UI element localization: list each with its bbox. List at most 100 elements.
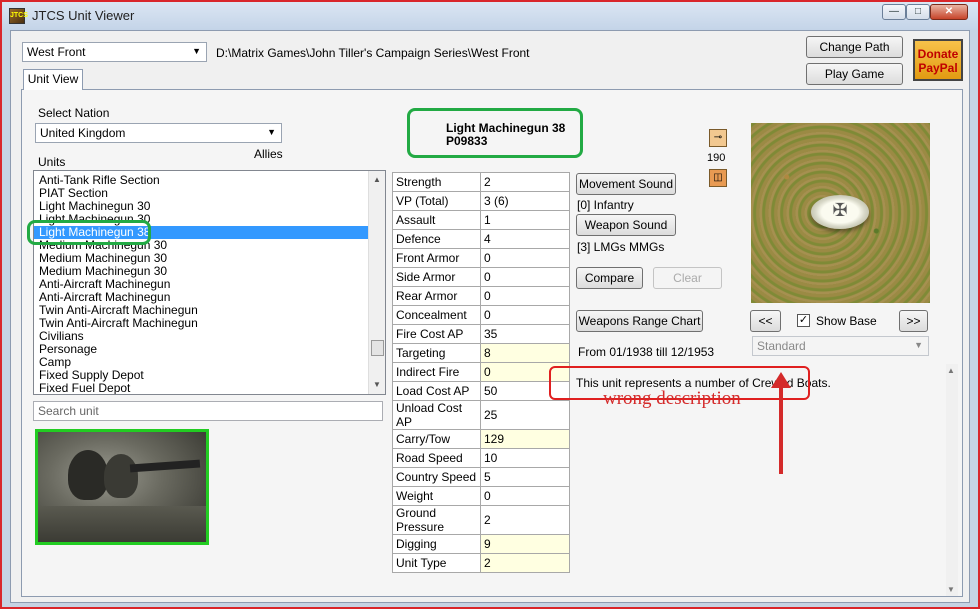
list-item[interactable]: Twin Anti-Aircraft Machinegun bbox=[34, 317, 368, 330]
stat-value: 0 bbox=[480, 267, 570, 287]
stat-name: Carry/Tow bbox=[392, 429, 481, 449]
stat-value: 25 bbox=[480, 400, 570, 430]
stat-name: Indirect Fire bbox=[392, 362, 481, 382]
weapons-range-chart-button[interactable]: Weapons Range Chart bbox=[576, 310, 703, 332]
photo-machinegun bbox=[129, 459, 201, 473]
donate-label: Donate bbox=[917, 47, 959, 61]
machinegun-icon: ✠ bbox=[832, 200, 848, 220]
list-item[interactable]: Fixed Fuel Depot bbox=[34, 382, 368, 395]
table-row: Front Armor 0 bbox=[392, 248, 570, 268]
chevron-down-icon: ▼ bbox=[192, 46, 201, 56]
table-row: Ground Pressure 2 bbox=[392, 505, 570, 535]
service-dates: From 01/1938 till 12/1953 bbox=[578, 345, 715, 359]
close-button[interactable]: ✕ bbox=[930, 4, 968, 20]
table-row: Assault 1 bbox=[392, 210, 570, 230]
stat-name: Unload Cost AP bbox=[392, 400, 481, 430]
stat-value: 10 bbox=[480, 448, 570, 468]
selected-unit-highlight bbox=[27, 220, 151, 245]
stat-value: 2 bbox=[480, 505, 570, 535]
game-select-value: West Front bbox=[27, 45, 86, 59]
units-scrollbar[interactable]: ▲ ▼ bbox=[368, 171, 385, 394]
stat-value: 2 bbox=[480, 553, 570, 573]
minimize-button[interactable]: — bbox=[882, 4, 906, 20]
table-row: Unit Type 2 bbox=[392, 553, 570, 573]
annotation-text: wrong description bbox=[603, 388, 741, 409]
stat-name: Assault bbox=[392, 210, 481, 230]
nation-select-value: United Kingdom bbox=[40, 126, 126, 140]
table-row: VP (Total) 3 (6) bbox=[392, 191, 570, 211]
unit-code: P09833 bbox=[446, 134, 488, 148]
weapon-sound-type: [3] LMGs MMGs bbox=[577, 240, 665, 254]
table-row: Fire Cost AP 35 bbox=[392, 324, 570, 344]
title-bar[interactable]: JTCS JTCS Unit Viewer — □ ✕ bbox=[2, 2, 978, 30]
tab-unit-view[interactable]: Unit View bbox=[23, 69, 83, 90]
stat-name: Side Armor bbox=[392, 267, 481, 287]
maximize-button[interactable]: □ bbox=[906, 4, 930, 20]
unit-photo bbox=[35, 429, 209, 545]
annotation-arrow bbox=[779, 382, 783, 474]
compare-button[interactable]: Compare bbox=[576, 267, 643, 289]
stat-name: Fire Cost AP bbox=[392, 324, 481, 344]
table-row: Strength 2 bbox=[392, 172, 570, 192]
stat-name: VP (Total) bbox=[392, 191, 481, 211]
scroll-down-icon[interactable]: ▼ bbox=[947, 585, 955, 594]
change-path-button[interactable]: Change Path bbox=[806, 36, 903, 58]
stat-name: Unit Type bbox=[392, 553, 481, 573]
chevron-down-icon: ▼ bbox=[267, 127, 276, 137]
previous-button[interactable]: << bbox=[750, 310, 781, 332]
scroll-thumb[interactable] bbox=[371, 340, 384, 356]
scroll-up-icon[interactable]: ▲ bbox=[371, 173, 383, 187]
stat-value: 0 bbox=[480, 286, 570, 306]
counter-style-select[interactable]: Standard ▼ bbox=[752, 336, 929, 356]
next-button[interactable]: >> bbox=[899, 310, 928, 332]
table-row: Carry/Tow 129 bbox=[392, 429, 570, 449]
select-nation-label: Select Nation bbox=[38, 106, 110, 120]
movement-sound-type: [0] Infantry bbox=[577, 198, 634, 212]
stat-name: Weight bbox=[392, 486, 481, 506]
stat-value: 2 bbox=[480, 172, 570, 192]
unit-stats-table: Strength 2 VP (Total) 3 (6) Assault 1 Defence 4… bbox=[392, 172, 570, 573]
stat-name: Country Speed bbox=[392, 467, 481, 487]
unit-title: Light Machinegun 38 P09833 bbox=[446, 122, 565, 148]
unit-counter-preview: ✠ bbox=[751, 123, 930, 303]
formation-icon: ◫ bbox=[709, 169, 727, 187]
list-item[interactable]: Personage bbox=[34, 343, 368, 356]
scroll-up-icon[interactable]: ▲ bbox=[947, 366, 955, 375]
stat-value: 5 bbox=[480, 467, 570, 487]
game-path: D:\Matrix Games\John Tiller's Campaign S… bbox=[216, 46, 530, 60]
table-row: Digging 9 bbox=[392, 534, 570, 554]
table-row: Defence 4 bbox=[392, 229, 570, 249]
table-row: Weight 0 bbox=[392, 486, 570, 506]
unit-icon-value: 190 bbox=[707, 152, 726, 164]
search-input[interactable]: Search unit bbox=[33, 401, 383, 421]
stat-value: 1 bbox=[480, 210, 570, 230]
stat-name: Defence bbox=[392, 229, 481, 249]
photo-soldier bbox=[104, 454, 138, 498]
game-select[interactable]: West Front ▼ bbox=[22, 42, 207, 62]
unit-type-icon: ⊸ bbox=[709, 129, 727, 147]
main-area: West Front ▼ D:\Matrix Games\John Tiller… bbox=[10, 30, 970, 603]
counter-style-value: Standard bbox=[757, 339, 806, 353]
movement-sound-button[interactable]: Movement Sound bbox=[576, 173, 676, 195]
stat-name: Concealment bbox=[392, 305, 481, 325]
stat-value: 129 bbox=[480, 429, 570, 449]
photo-soldier bbox=[68, 450, 108, 500]
stat-value: 0 bbox=[480, 486, 570, 506]
stat-value: 8 bbox=[480, 343, 570, 363]
show-base-checkbox[interactable]: ✓ bbox=[797, 314, 810, 327]
weapon-sound-button[interactable]: Weapon Sound bbox=[576, 214, 676, 236]
table-row: Unload Cost AP 25 bbox=[392, 400, 570, 430]
table-row: Rear Armor 0 bbox=[392, 286, 570, 306]
window-title: JTCS Unit Viewer bbox=[32, 8, 135, 23]
stat-name: Targeting bbox=[392, 343, 481, 363]
play-game-button[interactable]: Play Game bbox=[806, 63, 903, 85]
units-label: Units bbox=[38, 155, 66, 169]
donate-paypal-button[interactable]: Donate PayPal bbox=[913, 39, 963, 81]
scroll-down-icon[interactable]: ▼ bbox=[371, 378, 383, 392]
table-row: Road Speed 10 bbox=[392, 448, 570, 468]
units-list[interactable]: Anti-Tank Rifle Section PIAT Section Light… bbox=[33, 170, 386, 395]
clear-button[interactable]: Clear bbox=[653, 267, 722, 289]
stat-name: Rear Armor bbox=[392, 286, 481, 306]
description-scrollbar[interactable]: ▲ ▼ bbox=[946, 364, 958, 596]
nation-select[interactable]: United Kingdom ▼ bbox=[35, 123, 282, 143]
